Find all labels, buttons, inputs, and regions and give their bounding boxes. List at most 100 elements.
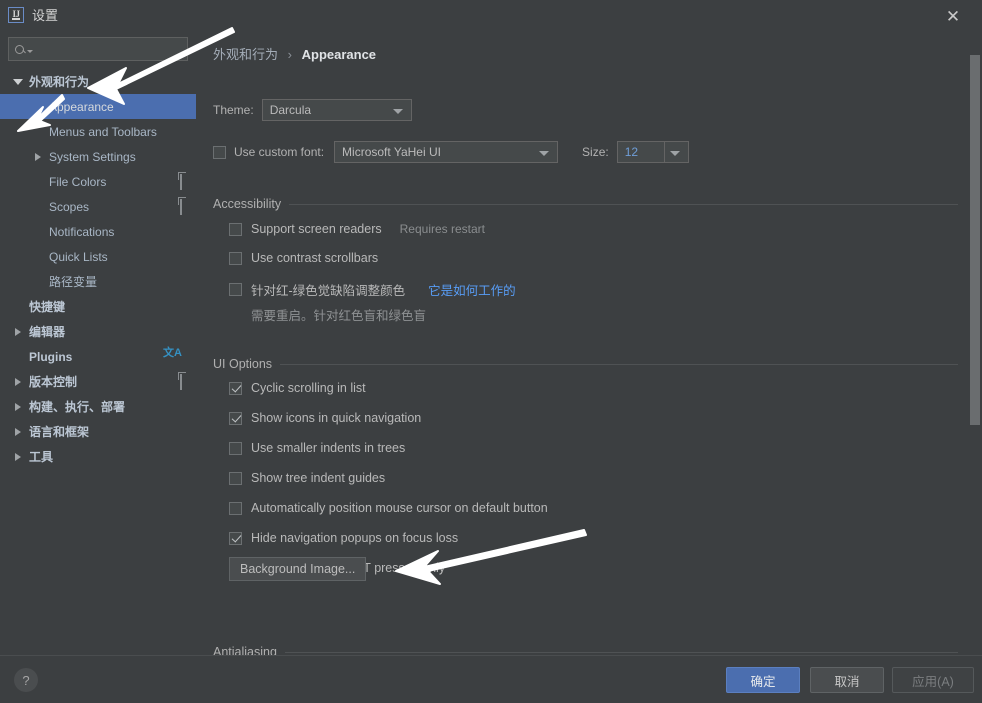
search-icon [15, 44, 24, 54]
checkbox[interactable] [229, 501, 242, 515]
accessibility-option-row[interactable]: Use contrast scrollbars [229, 251, 516, 265]
sidebar-item-label: 语言和框架 [29, 425, 90, 439]
ui-option-row[interactable]: Show icons in quick navigation [229, 411, 548, 425]
theme-select[interactable]: Darcula [261, 99, 412, 121]
font-size-label: Size: [582, 145, 609, 159]
sidebar-item-11[interactable]: Plugins 文A [0, 344, 196, 369]
sidebar-item-9[interactable]: 快捷键 [0, 294, 196, 319]
breadcrumb-current: Appearance [301, 47, 377, 62]
copy-glyph [180, 199, 182, 215]
font-size-value: 12 [624, 145, 639, 159]
checkbox[interactable] [229, 222, 242, 236]
window-titlebar: IJ 设置 ✕ [0, 0, 982, 29]
ui-option-row[interactable]: Show tree indent guides [229, 471, 548, 485]
search-input[interactable] [8, 37, 188, 61]
ui-option-label: Show tree indent guides [251, 471, 386, 485]
checkbox[interactable] [229, 283, 242, 296]
accessibility-options: Support screen readers Requires restart Us… [229, 222, 516, 339]
sidebar-item-5[interactable]: Scopes [0, 194, 196, 219]
sidebar-item-0[interactable]: 外观和行为 [0, 69, 196, 94]
ui-option-row[interactable]: Hide navigation popups on focus loss [229, 531, 548, 545]
sidebar-item-10[interactable]: 编辑器 [0, 319, 196, 344]
breadcrumb-parent[interactable]: 外观和行为 [213, 47, 278, 62]
checkbox[interactable] [229, 381, 242, 395]
breadcrumb-separator: › [287, 47, 292, 62]
sidebar-item-2[interactable]: Menus and Toolbars [0, 119, 196, 144]
sidebar-item-8[interactable]: 路径变量 [0, 269, 196, 294]
sidebar-item-label: Appearance [49, 99, 114, 114]
chevron-right-icon[interactable] [12, 426, 24, 438]
settings-tree: 外观和行为 Appearance Menus and Toolbars System … [0, 69, 196, 469]
sidebar-item-1[interactable]: Appearance [0, 94, 196, 119]
accessibility-option-label: 针对红-绿色觉缺陷调整颜色 [251, 284, 406, 298]
use-custom-font-label: Use custom font: [234, 145, 325, 159]
font-family-select[interactable]: Microsoft YaHei UI [334, 141, 559, 163]
settings-sidebar: 外观和行为 Appearance Menus and Toolbars System … [0, 29, 196, 655]
settings-content: 外观和行为 › Appearance Theme: Darcula Use cu… [196, 29, 982, 655]
sidebar-item-15[interactable]: 工具 [0, 444, 196, 469]
sidebar-item-12[interactable]: 版本控制 [0, 369, 196, 394]
antialiasing-section-header: Antialiasing [213, 645, 958, 655]
accessibility-option-label: Use contrast scrollbars [251, 251, 379, 265]
copy-glyph [180, 174, 182, 190]
ui-option-label: Hide navigation popups on focus loss [251, 531, 459, 545]
ui-option-row[interactable]: Use smaller indents in trees [229, 441, 548, 455]
copy-icon [180, 174, 182, 190]
cancel-button[interactable]: 取消 [810, 667, 884, 693]
chevron-right-icon[interactable] [12, 326, 24, 338]
sidebar-item-label: Scopes [49, 199, 90, 214]
accessibility-option-note: Requires restart [399, 222, 486, 236]
checkbox[interactable] [229, 411, 242, 425]
chevron-down-icon [392, 109, 403, 114]
chevron-right-icon[interactable] [32, 151, 44, 163]
checkbox[interactable] [229, 441, 242, 455]
accessibility-option-row[interactable]: Support screen readers Requires restart [229, 222, 516, 236]
theme-row: Theme: Darcula [213, 99, 412, 121]
sidebar-item-7[interactable]: Quick Lists [0, 244, 196, 269]
checkbox[interactable] [229, 251, 242, 265]
accessibility-title: Accessibility [213, 197, 282, 211]
close-icon[interactable]: ✕ [936, 4, 970, 28]
sidebar-item-3[interactable]: System Settings [0, 144, 196, 169]
sidebar-item-13[interactable]: 构建、执行、部署 [0, 394, 196, 419]
sidebar-item-label: Menus and Toolbars [49, 124, 157, 139]
search-dropdown-caret-icon[interactable] [27, 49, 33, 53]
ui-options-section-header: UI Options [213, 357, 958, 371]
chevron-right-icon[interactable] [12, 401, 24, 413]
accessibility-option-row[interactable]: 针对红-绿色觉缺陷调整颜色 它是如何工作的 [229, 280, 516, 299]
copy-icon [180, 374, 182, 390]
ui-option-row[interactable]: Cyclic scrolling in list [229, 381, 548, 395]
vertical-scrollbar[interactable] [970, 55, 980, 425]
theme-value: Darcula [269, 103, 312, 117]
sidebar-item-label: 路径变量 [49, 275, 98, 289]
help-button[interactable]: ? [14, 668, 38, 692]
breadcrumb: 外观和行为 › Appearance [213, 44, 376, 63]
sidebar-item-6[interactable]: Notifications [0, 219, 196, 244]
apply-button: 应用(A) [892, 667, 974, 693]
chevron-down-icon [539, 151, 550, 156]
chevron-right-icon[interactable] [12, 451, 24, 463]
ui-options-title: UI Options [213, 357, 273, 371]
accessibility-option: Use contrast scrollbars [229, 251, 516, 265]
accessibility-option-link[interactable]: 它是如何工作的 [428, 280, 516, 299]
ui-option-label: Show icons in quick navigation [251, 411, 422, 425]
sidebar-item-4[interactable]: File Colors [0, 169, 196, 194]
checkbox[interactable] [229, 471, 242, 485]
use-custom-font-checkbox[interactable] [213, 145, 226, 159]
checkbox[interactable] [229, 531, 242, 545]
font-size-select[interactable]: 12 [616, 141, 689, 163]
sidebar-item-14[interactable]: 语言和框架 [0, 419, 196, 444]
chevron-down-icon[interactable] [12, 76, 24, 88]
ok-button[interactable]: 确定 [726, 667, 800, 693]
ui-option-row[interactable]: Automatically position mouse cursor on d… [229, 501, 548, 515]
chevron-right-icon[interactable] [12, 376, 24, 388]
sidebar-search-wrap [0, 29, 196, 61]
accessibility-option-label: Support screen readers [251, 222, 382, 236]
sidebar-item-label: 快捷键 [29, 300, 66, 314]
background-image-button[interactable]: Background Image... [229, 557, 367, 581]
